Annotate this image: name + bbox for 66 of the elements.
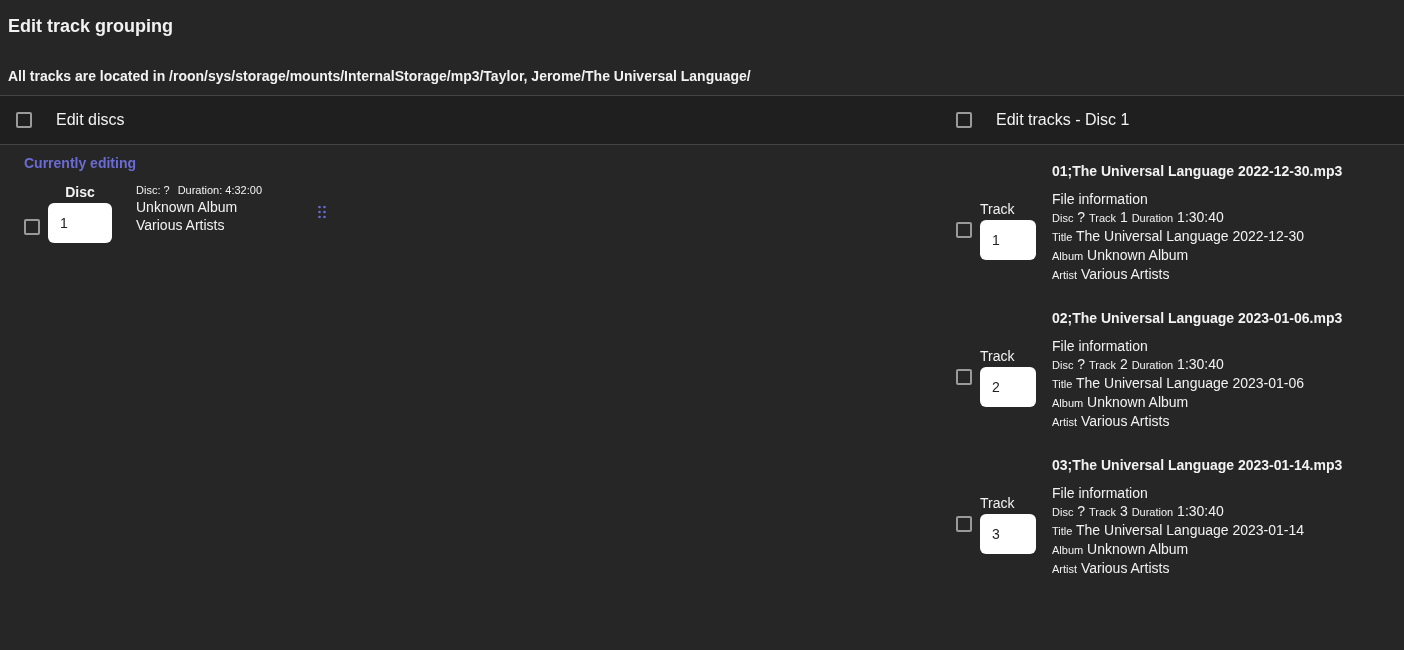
field-label: Track [980,346,1016,366]
field-label: Track [980,493,1016,513]
meta-value: Unknown Album [1087,393,1189,410]
meta-value: Unknown Album [1087,540,1189,557]
meta-label: Album [1052,249,1084,262]
meta-label: Duration [1131,358,1174,371]
meta-value: Unknown Album [1087,246,1189,263]
meta-label: Disc [1052,505,1074,518]
track-number-field[interactable]: 2 [980,366,1036,407]
checkbox[interactable] [956,222,972,239]
meta-value: ? [1077,355,1086,372]
meta-value: Various Artists [1080,265,1170,282]
meta-label: Album [1052,543,1084,556]
meta-value: 1:30:40 [1177,355,1224,372]
file-name: 01;The Universal Language 2022-12-30.mp3 [1052,161,1343,181]
track-number-field[interactable]: 3 [980,513,1036,554]
file-name: 03;The Universal Language 2023-01-14.mp3 [1052,455,1343,475]
track-number-field[interactable]: 1 [980,219,1036,260]
meta-value: 1:30:40 [1177,208,1224,225]
meta-label: Artist [1052,268,1078,281]
meta-value: 1 [1119,208,1128,225]
meta-label: Disc [1052,358,1074,371]
field-label: Track [980,199,1016,219]
meta-label: Title [1052,230,1073,243]
meta-label: Title [1052,377,1073,390]
meta-value: 1:30:40 [1177,502,1224,519]
meta-label: Track [1088,211,1117,224]
meta-label: Track [1088,358,1117,371]
artist-name: Various Artists [136,216,226,235]
meta-label: Duration [1131,505,1174,518]
info-heading: File information [1052,483,1149,502]
section-label: Currently editing [24,153,137,173]
meta-value: 2 [1119,355,1128,372]
meta-value: Various Artists [1080,412,1170,429]
meta-value: 3 [1119,502,1128,519]
meta-value: The Universal Language 2022-12-30 [1076,227,1305,244]
field-label: Disc [65,182,95,202]
checkbox[interactable] [956,516,972,533]
panel-header: Edit discs [56,109,125,130]
checkbox[interactable] [956,111,972,128]
disc-number-field[interactable]: 1 [48,202,112,243]
meta-label: Duration [1131,211,1174,224]
drag-handle-icon[interactable] [318,206,326,219]
disc-meta: Disc: ? [136,182,170,198]
disc-meta: Duration: 4:32:00 [177,182,262,198]
meta-value: The Universal Language 2023-01-06 [1076,374,1305,391]
checkbox[interactable] [24,218,40,235]
meta-label: Artist [1052,562,1078,575]
meta-value: Various Artists [1080,559,1170,576]
page-title: Edit track grouping [7,15,174,38]
meta-label: Title [1052,524,1073,537]
meta-label: Disc [1052,211,1074,224]
meta-label: Artist [1052,415,1078,428]
info-heading: File information [1052,189,1149,208]
file-name: 02;The Universal Language 2023-01-06.mp3 [1052,308,1343,328]
checkbox[interactable] [956,369,972,386]
meta-value: ? [1077,208,1086,225]
meta-label: Album [1052,396,1084,409]
meta-value: ? [1077,502,1086,519]
panel-header: Edit tracks - Disc 1 [996,109,1130,130]
location-note: All tracks are located in /roon/sys/storage/mounts/InternalStorage/mp3/Taylor, Jerome/The Universal Language/ [7,66,752,86]
album-name: Unknown Album [136,198,239,217]
checkbox[interactable] [16,111,32,128]
info-heading: File information [1052,336,1149,355]
meta-value: The Universal Language 2023-01-14 [1076,521,1305,538]
meta-label: Track [1088,505,1117,518]
